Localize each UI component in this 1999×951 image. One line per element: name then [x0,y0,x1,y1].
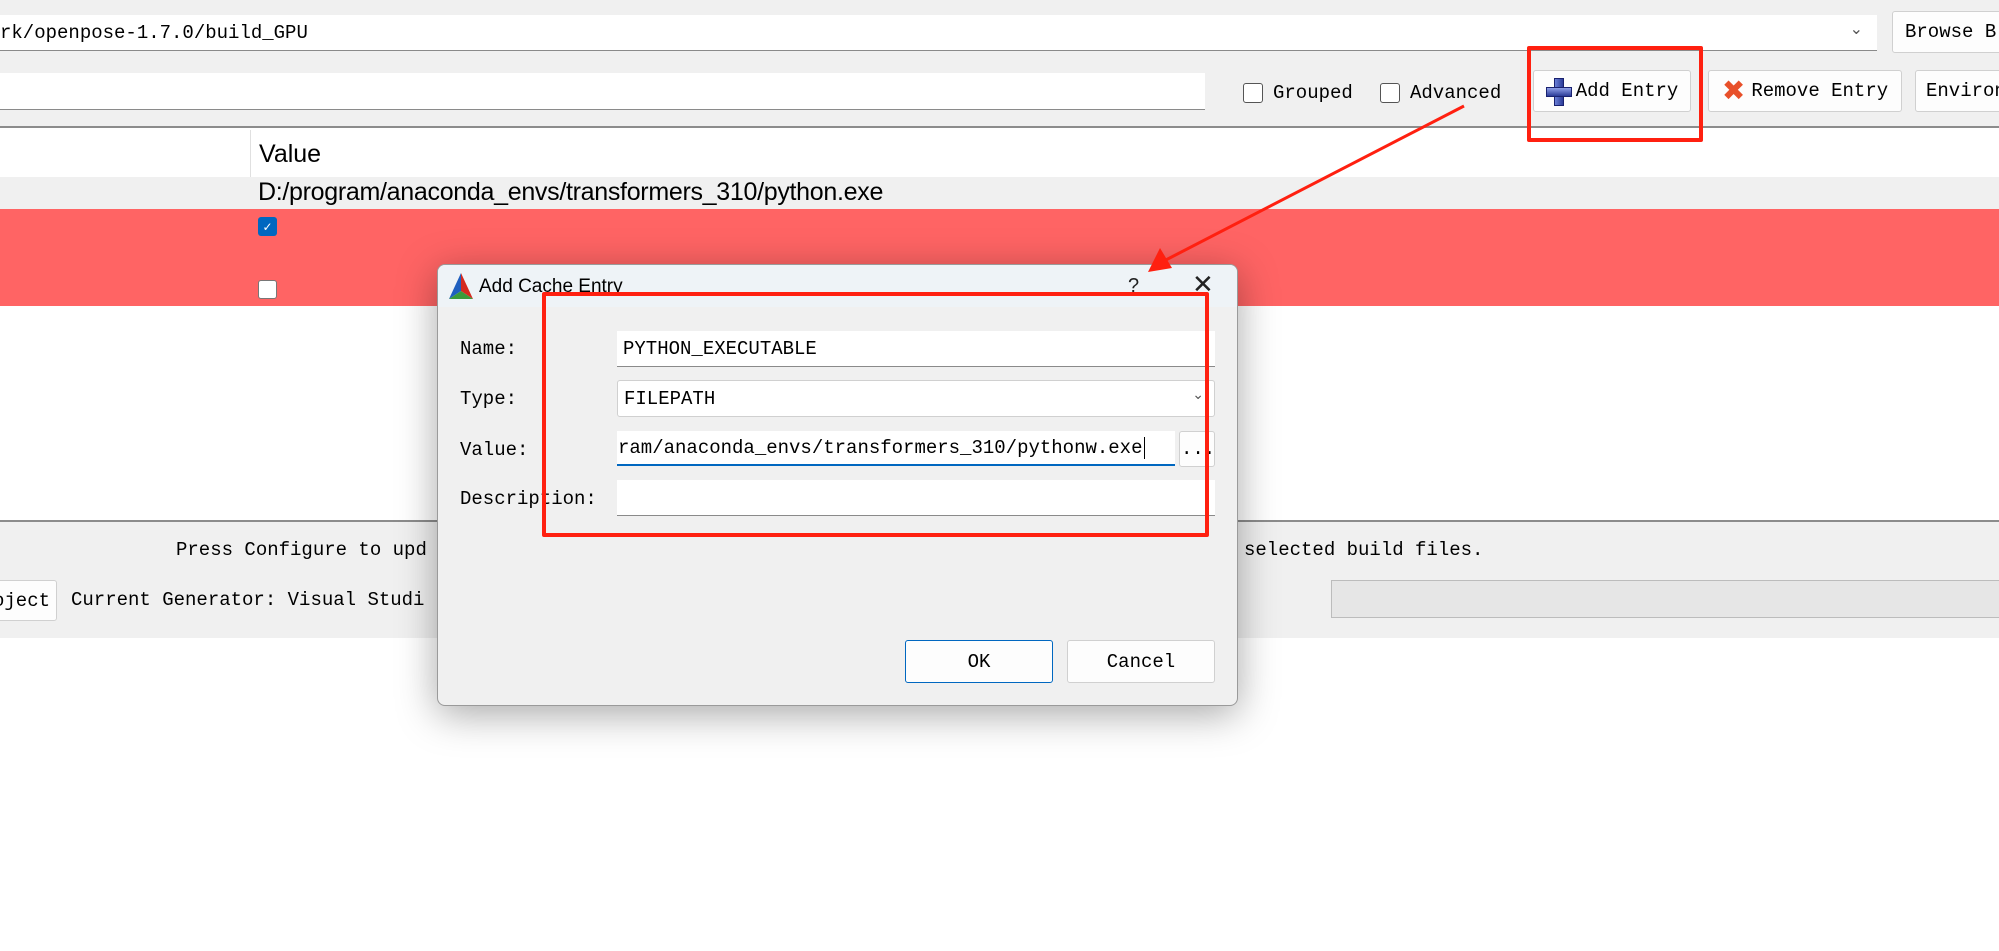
remove-entry-label: Remove Entry [1751,80,1889,102]
table-row[interactable]: D:/program/anaconda_envs/transformers_31… [0,177,1999,209]
cancel-label: Cancel [1106,650,1176,673]
environment-button[interactable]: Environ [1915,70,1999,112]
grouped-checkbox-box[interactable] [1243,83,1263,103]
checked-checkbox[interactable]: ✓ [258,217,277,236]
remove-x-icon: ✖ [1721,74,1746,107]
ok-button[interactable]: OK [905,640,1053,683]
advanced-checkbox-box[interactable] [1380,83,1400,103]
progress-bar [1331,580,1999,618]
status-message-right: selected build files. [1244,539,1484,561]
remove-entry-button[interactable]: ✖ Remove Entry [1708,70,1902,112]
unchecked-checkbox[interactable] [258,280,277,299]
build-path-value: rk/openpose-1.7.0/build_GPU [0,21,308,44]
search-input[interactable] [0,73,1205,110]
annotation-box-add-entry [1527,46,1703,142]
grouped-label: Grouped [1273,82,1353,104]
name-label: Name: [460,338,518,360]
open-project-label: oject [0,589,50,612]
browse-build-button[interactable]: Browse B [1892,11,1999,53]
annotation-box-dialog-fields [542,292,1209,537]
cancel-button[interactable]: Cancel [1067,640,1215,683]
browse-build-label: Browse B [1905,21,1997,43]
advanced-checkbox[interactable]: Advanced [1380,82,1501,104]
grouped-checkbox[interactable]: Grouped [1243,82,1353,104]
column-header-value[interactable]: Value [259,140,321,169]
type-label: Type: [460,388,518,410]
cmake-logo-icon [449,273,473,299]
cell-value: D:/program/anaconda_envs/transformers_31… [258,178,884,206]
chevron-down-icon[interactable]: ⌄ [1850,19,1863,38]
environment-label: Environ [1926,80,1999,102]
generator-label: Current Generator: Visual Studi [71,589,425,611]
status-message-left: Press Configure to upd [176,539,427,561]
ok-label: OK [967,650,991,673]
value-label: Value: [460,439,529,461]
column-divider[interactable] [250,130,251,177]
open-project-button[interactable]: oject [0,580,57,621]
advanced-label: Advanced [1410,82,1502,104]
